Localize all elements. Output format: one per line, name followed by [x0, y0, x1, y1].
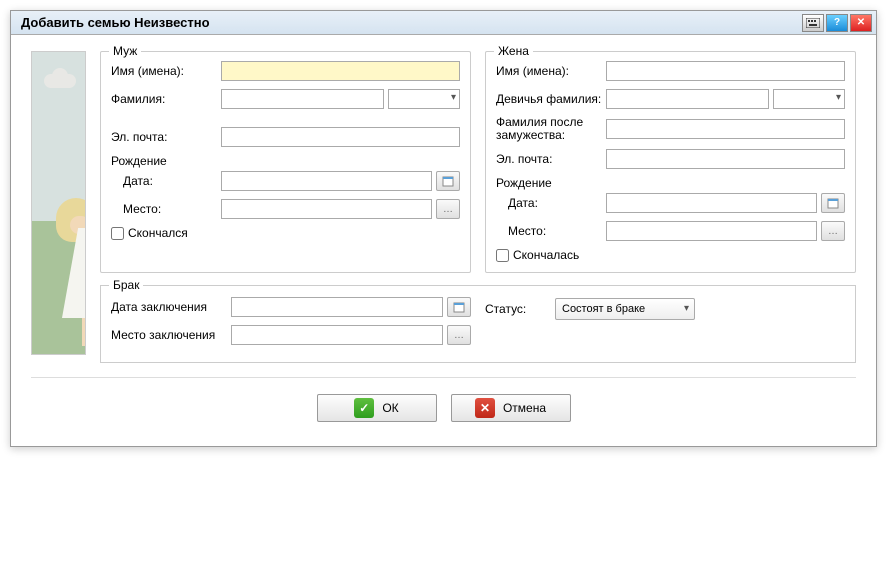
marriage-legend: Брак [109, 278, 143, 292]
window-controls: ? ✕ [802, 14, 872, 32]
help-button[interactable]: ? [826, 14, 848, 32]
marriage-place-label: Место заключения [111, 328, 231, 342]
wife-group: Жена Имя (имена): Девичья фамилия: [485, 51, 856, 273]
wife-date-picker-icon[interactable] [821, 193, 845, 213]
husband-deceased-checkbox[interactable] [111, 227, 124, 240]
marriage-place-input[interactable] [231, 325, 443, 345]
divider [31, 377, 856, 378]
wife-birth-label: Рождение [496, 176, 845, 190]
husband-surname-input[interactable] [221, 89, 384, 109]
marriage-date-input[interactable] [231, 297, 443, 317]
cross-icon: ✕ [475, 398, 495, 418]
marriage-status-label: Статус: [485, 302, 555, 316]
footer-buttons: ✓ ОК ✕ Отмена [31, 388, 856, 436]
husband-place-browse-icon[interactable]: … [436, 199, 460, 219]
wife-married-surname-input[interactable] [606, 119, 845, 139]
husband-legend: Муж [109, 44, 141, 58]
husband-birth-label: Рождение [111, 154, 460, 168]
wife-name-label: Имя (имена): [496, 64, 606, 78]
husband-date-label: Дата: [111, 174, 221, 188]
wife-email-input[interactable] [606, 149, 845, 169]
husband-surname-dropdown[interactable] [388, 89, 460, 109]
wife-place-browse-icon[interactable]: … [821, 221, 845, 241]
wife-deceased-checkbox[interactable] [496, 249, 509, 262]
husband-email-input[interactable] [221, 127, 460, 147]
ok-button-label: ОК [382, 401, 398, 415]
marriage-place-browse-icon[interactable]: … [447, 325, 471, 345]
wife-date-label: Дата: [496, 196, 606, 210]
husband-surname-label: Фамилия: [111, 92, 221, 106]
husband-name-label: Имя (имена): [111, 64, 221, 78]
husband-place-label: Место: [111, 202, 221, 216]
keyboard-icon[interactable] [802, 14, 824, 32]
titlebar: Добавить семью Неизвестно ? ✕ [11, 11, 876, 35]
check-icon: ✓ [354, 398, 374, 418]
wife-name-input[interactable] [606, 61, 845, 81]
husband-date-picker-icon[interactable] [436, 171, 460, 191]
couple-illustration [31, 51, 86, 355]
husband-group: Муж Имя (имена): Фамилия: [100, 51, 471, 273]
marriage-status-select[interactable]: Состоят в браке [555, 298, 695, 320]
cancel-button-label: Отмена [503, 401, 546, 415]
marriage-group: Брак Дата заключения [100, 285, 856, 363]
husband-date-input[interactable] [221, 171, 432, 191]
wife-email-label: Эл. почта: [496, 152, 606, 166]
husband-place-input[interactable] [221, 199, 432, 219]
marriage-date-picker-icon[interactable] [447, 297, 471, 317]
marriage-date-label: Дата заключения [111, 300, 231, 314]
content-area: Муж Имя (имена): Фамилия: [11, 35, 876, 446]
marriage-status-value: Состоят в браке [562, 303, 645, 315]
cancel-button[interactable]: ✕ Отмена [451, 394, 571, 422]
husband-name-input[interactable] [221, 61, 460, 81]
wife-date-input[interactable] [606, 193, 817, 213]
close-button[interactable]: ✕ [850, 14, 872, 32]
window-title: Добавить семью Неизвестно [15, 15, 802, 30]
wife-legend: Жена [494, 44, 533, 58]
wife-maiden-label: Девичья фамилия: [496, 92, 606, 106]
ok-button[interactable]: ✓ ОК [317, 394, 437, 422]
wife-deceased-label: Скончалась [513, 248, 579, 262]
wife-married-surname-label: Фамилия после замужества: [496, 116, 606, 142]
husband-deceased-label: Скончался [128, 226, 188, 240]
husband-email-label: Эл. почта: [111, 130, 221, 144]
dialog-add-family: Добавить семью Неизвестно ? ✕ [10, 10, 877, 447]
wife-place-input[interactable] [606, 221, 817, 241]
wife-place-label: Место: [496, 224, 606, 238]
wife-maiden-input[interactable] [606, 89, 769, 109]
wife-maiden-dropdown[interactable] [773, 89, 845, 109]
